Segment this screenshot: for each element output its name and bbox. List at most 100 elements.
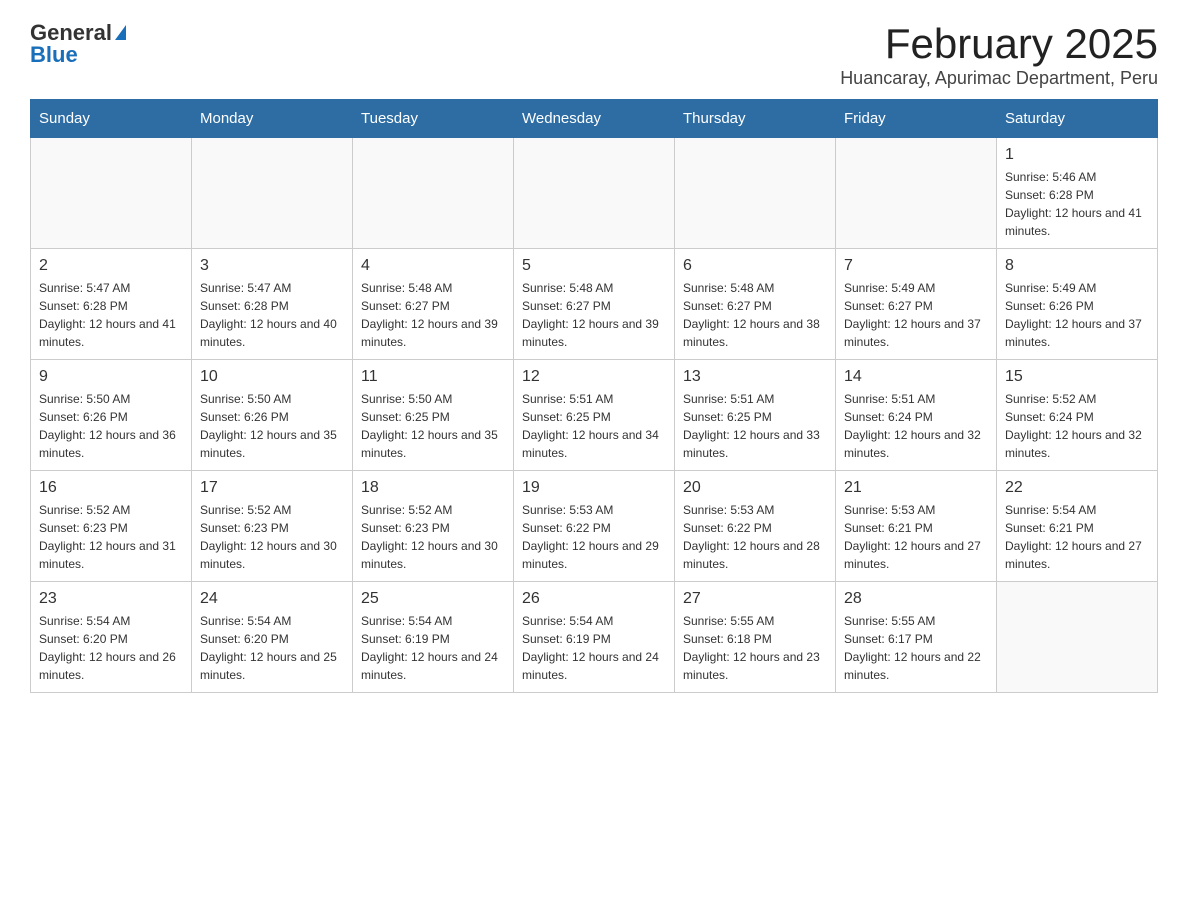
day-number: 6 (683, 257, 827, 275)
page-header: General Blue February 2025 Huancaray, Ap… (30, 20, 1158, 89)
day-number: 26 (522, 590, 666, 608)
day-number: 18 (361, 479, 505, 497)
day-number: 28 (844, 590, 988, 608)
calendar-cell: 12Sunrise: 5:51 AM Sunset: 6:25 PM Dayli… (514, 360, 675, 471)
calendar-cell: 2Sunrise: 5:47 AM Sunset: 6:28 PM Daylig… (31, 249, 192, 360)
logo-triangle-icon (115, 25, 126, 40)
calendar-cell: 19 Sunrise: 5:53 AM Sunset: 6:22 PM Dayli… (514, 471, 675, 582)
calendar-cell: 14Sunrise: 5:51 AM Sunset: 6:24 PM Dayli… (836, 360, 997, 471)
day-info: Sunrise: 5:51 AM Sunset: 6:25 PM Dayligh… (522, 390, 666, 462)
calendar-cell: 13Sunrise: 5:51 AM Sunset: 6:25 PM Dayli… (675, 360, 836, 471)
day-info: Sunrise: 5:55 AM Sunset: 6:18 PM Dayligh… (683, 612, 827, 684)
day-info: Sunrise: 5:54 AM Sunset: 6:19 PM Dayligh… (522, 612, 666, 684)
day-info: Sunrise: 5:48 AM Sunset: 6:27 PM Dayligh… (361, 279, 505, 351)
day-info: Sunrise: 5:54 AM Sunset: 6:20 PM Dayligh… (200, 612, 344, 684)
calendar-cell: 1 Sunrise: 5:46 AM Sunset: 6:28 PM Daylig… (997, 138, 1158, 249)
day-info: Sunrise: 5:52 AM Sunset: 6:23 PM Dayligh… (200, 501, 344, 573)
day-info: Sunrise: 5:55 AM Sunset: 6:17 PM Dayligh… (844, 612, 988, 684)
calendar-cell (353, 138, 514, 249)
day-number: 4 (361, 257, 505, 275)
day-info: Sunrise: 5:54 AM Sunset: 6:19 PM Dayligh… (361, 612, 505, 684)
calendar-cell: 20 Sunrise: 5:53 AM Sunset: 6:22 PM Dayli… (675, 471, 836, 582)
calendar-cell: 25 Sunrise: 5:54 AM Sunset: 6:19 PM Dayli… (353, 582, 514, 693)
col-header-tuesday: Tuesday (353, 100, 514, 138)
day-number: 25 (361, 590, 505, 608)
day-number: 15 (1005, 368, 1149, 386)
calendar-cell: 28 Sunrise: 5:55 AM Sunset: 6:17 PM Dayli… (836, 582, 997, 693)
day-number: 9 (39, 368, 183, 386)
day-number: 10 (200, 368, 344, 386)
col-header-friday: Friday (836, 100, 997, 138)
calendar-cell: 11 Sunrise: 5:50 AM Sunset: 6:25 PM Dayli… (353, 360, 514, 471)
calendar-cell: 22Sunrise: 5:54 AM Sunset: 6:21 PM Dayli… (997, 471, 1158, 582)
col-header-saturday: Saturday (997, 100, 1158, 138)
day-number: 16 (39, 479, 183, 497)
day-number: 17 (200, 479, 344, 497)
day-info: Sunrise: 5:50 AM Sunset: 6:26 PM Dayligh… (39, 390, 183, 462)
calendar-cell: 16 Sunrise: 5:52 AM Sunset: 6:23 PM Dayli… (31, 471, 192, 582)
day-info: Sunrise: 5:51 AM Sunset: 6:24 PM Dayligh… (844, 390, 988, 462)
day-number: 8 (1005, 257, 1149, 275)
day-number: 7 (844, 257, 988, 275)
day-info: Sunrise: 5:46 AM Sunset: 6:28 PM Dayligh… (1005, 168, 1149, 240)
day-info: Sunrise: 5:50 AM Sunset: 6:26 PM Dayligh… (200, 390, 344, 462)
day-number: 27 (683, 590, 827, 608)
calendar-table: SundayMondayTuesdayWednesdayThursdayFrid… (30, 99, 1158, 693)
logo-blue: Blue (30, 42, 78, 68)
calendar-cell: 24 Sunrise: 5:54 AM Sunset: 6:20 PM Dayli… (192, 582, 353, 693)
day-number: 19 (522, 479, 666, 497)
calendar-cell: 4 Sunrise: 5:48 AM Sunset: 6:27 PM Daylig… (353, 249, 514, 360)
calendar-cell (997, 582, 1158, 693)
calendar-cell (675, 138, 836, 249)
day-number: 22 (1005, 479, 1149, 497)
day-number: 11 (361, 368, 505, 386)
day-info: Sunrise: 5:52 AM Sunset: 6:24 PM Dayligh… (1005, 390, 1149, 462)
day-info: Sunrise: 5:48 AM Sunset: 6:27 PM Dayligh… (683, 279, 827, 351)
day-info: Sunrise: 5:50 AM Sunset: 6:25 PM Dayligh… (361, 390, 505, 462)
calendar-cell: 15 Sunrise: 5:52 AM Sunset: 6:24 PM Dayli… (997, 360, 1158, 471)
calendar-cell (31, 138, 192, 249)
day-number: 24 (200, 590, 344, 608)
calendar-cell: 6 Sunrise: 5:48 AM Sunset: 6:27 PM Daylig… (675, 249, 836, 360)
calendar-cell: 7 Sunrise: 5:49 AM Sunset: 6:27 PM Daylig… (836, 249, 997, 360)
calendar-cell: 23 Sunrise: 5:54 AM Sunset: 6:20 PM Dayli… (31, 582, 192, 693)
calendar-cell: 10 Sunrise: 5:50 AM Sunset: 6:26 PM Dayli… (192, 360, 353, 471)
calendar-cell: 17 Sunrise: 5:52 AM Sunset: 6:23 PM Dayli… (192, 471, 353, 582)
calendar-cell (514, 138, 675, 249)
calendar-cell: 9 Sunrise: 5:50 AM Sunset: 6:26 PM Daylig… (31, 360, 192, 471)
day-number: 1 (1005, 146, 1149, 164)
week-row-2: 9 Sunrise: 5:50 AM Sunset: 6:26 PM Daylig… (31, 360, 1158, 471)
day-info: Sunrise: 5:53 AM Sunset: 6:22 PM Dayligh… (522, 501, 666, 573)
day-info: Sunrise: 5:48 AM Sunset: 6:27 PM Dayligh… (522, 279, 666, 351)
calendar-header-row: SundayMondayTuesdayWednesdayThursdayFrid… (31, 100, 1158, 138)
day-info: Sunrise: 5:53 AM Sunset: 6:22 PM Dayligh… (683, 501, 827, 573)
calendar-cell: 5 Sunrise: 5:48 AM Sunset: 6:27 PM Daylig… (514, 249, 675, 360)
week-row-3: 16 Sunrise: 5:52 AM Sunset: 6:23 PM Dayli… (31, 471, 1158, 582)
calendar-cell: 18 Sunrise: 5:52 AM Sunset: 6:23 PM Dayli… (353, 471, 514, 582)
day-info: Sunrise: 5:54 AM Sunset: 6:20 PM Dayligh… (39, 612, 183, 684)
day-info: Sunrise: 5:49 AM Sunset: 6:27 PM Dayligh… (844, 279, 988, 351)
title-block: February 2025 Huancaray, Apurimac Depart… (840, 20, 1158, 89)
col-header-thursday: Thursday (675, 100, 836, 138)
col-header-monday: Monday (192, 100, 353, 138)
day-info: Sunrise: 5:49 AM Sunset: 6:26 PM Dayligh… (1005, 279, 1149, 351)
day-number: 2 (39, 257, 183, 275)
day-info: Sunrise: 5:52 AM Sunset: 6:23 PM Dayligh… (39, 501, 183, 573)
day-info: Sunrise: 5:47 AM Sunset: 6:28 PM Dayligh… (200, 279, 344, 351)
day-number: 3 (200, 257, 344, 275)
day-number: 13 (683, 368, 827, 386)
week-row-0: 1 Sunrise: 5:46 AM Sunset: 6:28 PM Daylig… (31, 138, 1158, 249)
day-number: 21 (844, 479, 988, 497)
calendar-cell: 26 Sunrise: 5:54 AM Sunset: 6:19 PM Dayli… (514, 582, 675, 693)
day-info: Sunrise: 5:52 AM Sunset: 6:23 PM Dayligh… (361, 501, 505, 573)
day-number: 20 (683, 479, 827, 497)
calendar-cell: 21Sunrise: 5:53 AM Sunset: 6:21 PM Dayli… (836, 471, 997, 582)
calendar-cell: 27 Sunrise: 5:55 AM Sunset: 6:18 PM Dayli… (675, 582, 836, 693)
logo: General Blue (30, 20, 126, 68)
week-row-4: 23 Sunrise: 5:54 AM Sunset: 6:20 PM Dayli… (31, 582, 1158, 693)
page-title: February 2025 (840, 20, 1158, 68)
calendar-cell: 3 Sunrise: 5:47 AM Sunset: 6:28 PM Daylig… (192, 249, 353, 360)
calendar-cell: 8 Sunrise: 5:49 AM Sunset: 6:26 PM Daylig… (997, 249, 1158, 360)
day-number: 23 (39, 590, 183, 608)
day-number: 5 (522, 257, 666, 275)
